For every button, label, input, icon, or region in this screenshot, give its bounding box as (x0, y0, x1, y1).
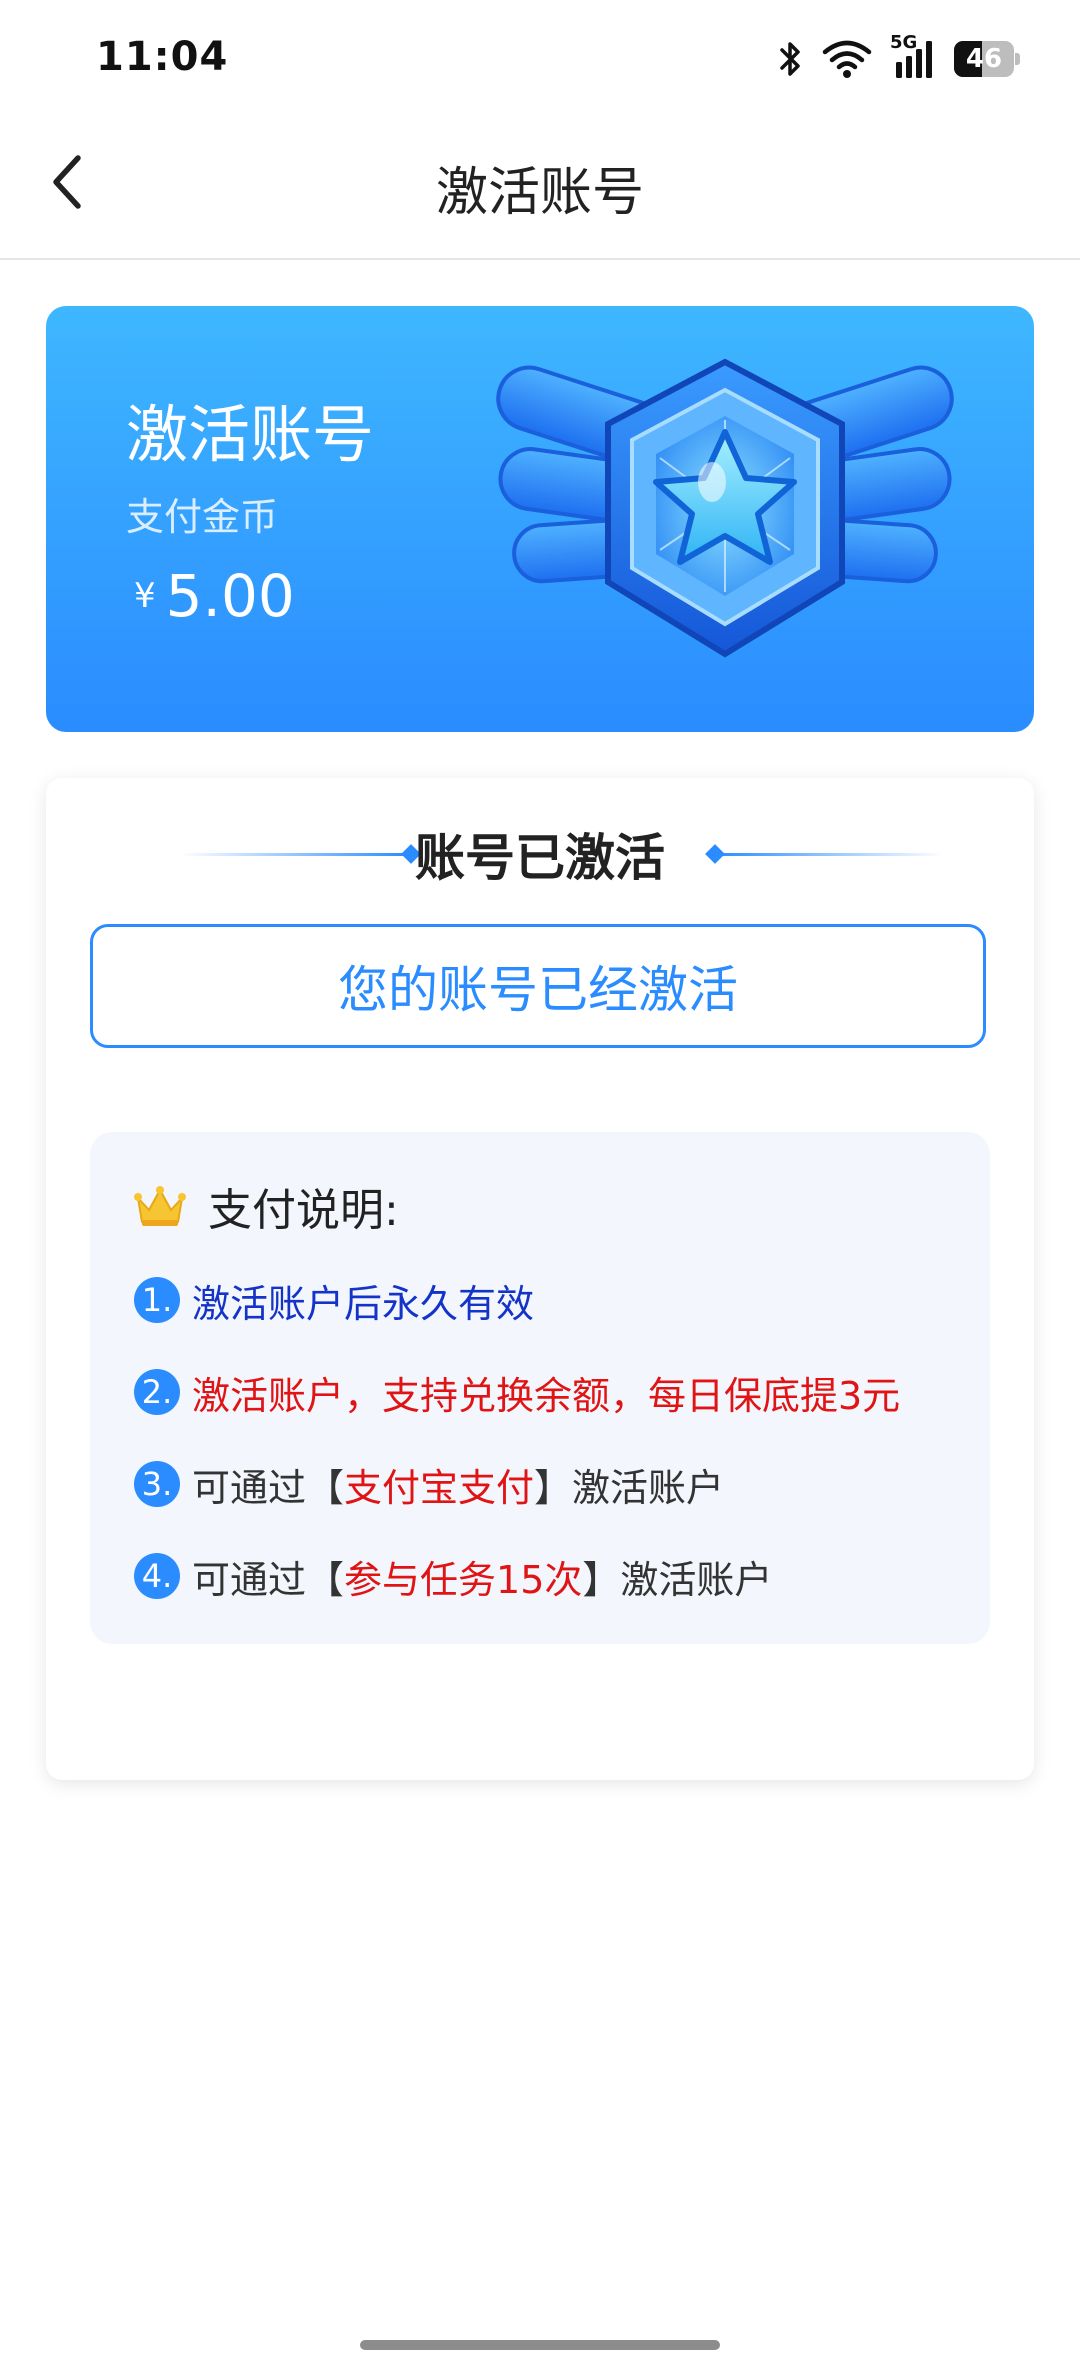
hero-subtitle: 支付金币 (126, 495, 279, 539)
note-text-suffix: 】激活账户 (582, 1557, 773, 1602)
note-number: 3. (134, 1461, 180, 1507)
price-amount: 5.00 (165, 562, 295, 630)
account-activated-button[interactable]: 您的账号已经激活 (90, 924, 986, 1048)
section-heading: 账号已激活 (46, 816, 1034, 892)
cellular-signal-icon: 5G (890, 32, 936, 80)
note-item-3: 3. 可通过【 支付宝支付 】激活账户 (134, 1454, 724, 1514)
bluetooth-icon (778, 39, 804, 79)
hero-title: 激活账号 (126, 398, 375, 471)
wifi-icon (822, 39, 872, 79)
activation-price-card: 激活账号 支付金币 ¥5.00 (46, 306, 1034, 732)
note-item-4: 4. 可通过【 参与任务15次 】激活账户 (134, 1546, 772, 1606)
note-text-highlight: 支付宝支付 (344, 1465, 535, 1510)
note-item-2: 2. 激活账户，支持兑换余额，每日保底提3元 (134, 1362, 900, 1422)
note-number: 2. (134, 1369, 180, 1415)
payment-notes: 支付说明: 1. 激活账户后永久有效 2. 激活账户，支持兑换余额，每日保底提3… (90, 1132, 990, 1644)
winged-star-badge-icon (490, 354, 960, 704)
note-text-suffix: 】激活账户 (534, 1465, 725, 1510)
home-indicator[interactable] (360, 2340, 720, 2350)
battery-level-text: 46 (965, 44, 1003, 74)
page-title: 激活账号 (435, 163, 644, 223)
price: ¥5.00 (134, 562, 295, 630)
battery-icon: 46 (954, 41, 1020, 77)
currency-symbol: ¥ (134, 576, 156, 616)
note-text-prefix: 可通过【 (192, 1557, 345, 1602)
status-icons: 5G 46 (778, 32, 1020, 82)
note-text: 激活账户后永久有效 (192, 1281, 535, 1326)
notes-title-text: 支付说明: (208, 1185, 399, 1236)
note-text-prefix: 可通过【 (192, 1465, 345, 1510)
note-number: 1. (134, 1277, 180, 1323)
activation-status-card: 账号已激活 您的账号已经激活 支付说明: 1. 激活账户后永久有效 2. 激活账… (46, 778, 1034, 1780)
note-item-1: 1. 激活账户后永久有效 (134, 1270, 534, 1330)
note-text: 激活账户，支持兑换余额，每日保底提3元 (192, 1373, 901, 1418)
note-text-highlight: 参与任务15次 (344, 1557, 583, 1602)
notes-title: 支付说明: (134, 1176, 399, 1236)
status-bar: 11:04 5G 46 (0, 0, 1080, 110)
crown-icon (134, 1184, 186, 1228)
status-time: 11:04 (96, 34, 229, 80)
note-number: 4. (134, 1553, 180, 1599)
nav-header: 激活账号 (0, 110, 1080, 260)
heading-divider-right (714, 853, 944, 856)
